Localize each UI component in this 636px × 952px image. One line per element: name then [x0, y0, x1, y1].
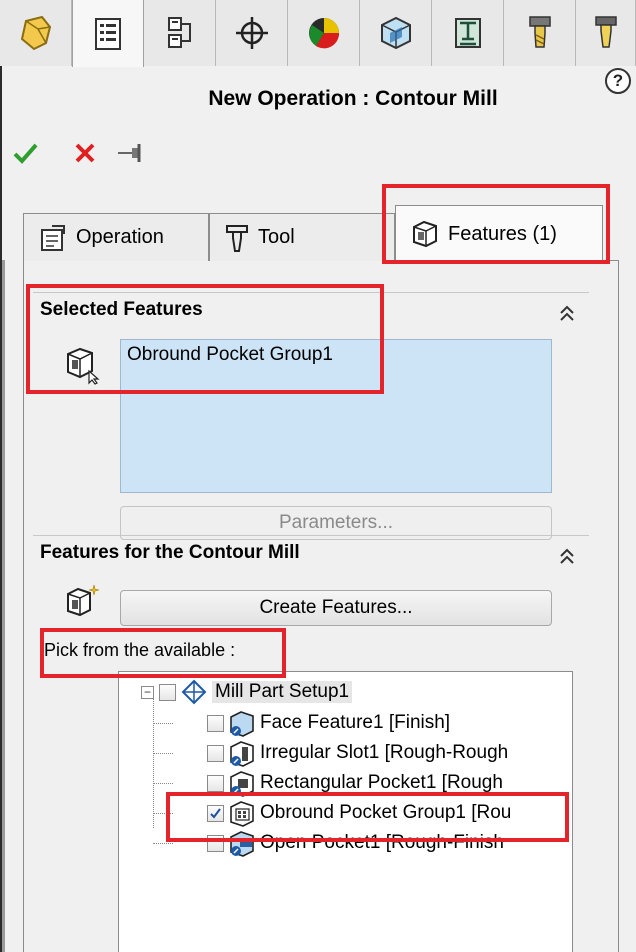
end-mill-icon — [594, 16, 617, 48]
feature-box-icon — [413, 220, 437, 248]
group-separator — [33, 292, 589, 293]
tab-color-wheel[interactable] — [288, 0, 360, 66]
tool-icon — [528, 16, 551, 48]
collapse-chevron-icon[interactable] — [555, 544, 579, 568]
tool-icon — [226, 224, 248, 252]
panel-left-edge — [2, 260, 5, 952]
operation-sheet-icon — [41, 224, 65, 251]
setup-axes-icon — [181, 679, 207, 705]
checkmark-icon — [210, 807, 221, 819]
page-title: New Operation : Contour Mill — [208, 87, 498, 110]
operation-subtabs: Operation Tool Features (1) — [23, 205, 619, 262]
tab-tool-2[interactable] — [576, 0, 636, 66]
tree-item[interactable]: Irregular Slot1 [Rough-Rough — [207, 738, 508, 768]
list-item[interactable]: Obround Pocket Group1 — [127, 344, 545, 366]
tree-item[interactable]: Open Pocket1 [Rough-Finish — [207, 828, 504, 858]
irregular-slot-icon — [230, 741, 254, 767]
tab-features-label: Features (1) — [448, 222, 557, 245]
tree-item[interactable]: Obround Pocket Group1 [Rou — [207, 798, 511, 828]
tab-tool-settings[interactable]: Tool — [209, 213, 395, 261]
tree-checkbox[interactable] — [159, 683, 176, 701]
tree-checkbox[interactable] — [207, 714, 224, 732]
pin-button[interactable] — [115, 135, 147, 171]
tree-item-label: Irregular Slot1 [Rough-Rough — [260, 742, 509, 763]
feature-tree-icon — [95, 17, 121, 50]
tree-checkbox[interactable] — [207, 834, 224, 852]
obround-pocket-group-icon — [230, 801, 254, 827]
tab-features[interactable]: Features (1) — [395, 205, 603, 262]
tree-item-label: Obround Pocket Group1 [Rou — [260, 802, 512, 823]
cancel-button[interactable] — [70, 135, 100, 171]
tree-item-label: Rectangular Pocket1 [Rough — [260, 772, 503, 793]
tree-root-label: Mill Part Setup1 — [212, 681, 353, 703]
part-manager-icon — [20, 15, 51, 51]
tab-machine[interactable] — [432, 0, 504, 66]
ok-button[interactable] — [10, 135, 40, 171]
select-feature-icon[interactable] — [62, 345, 102, 385]
face-feature-icon — [230, 711, 254, 737]
rectangular-pocket-icon — [230, 771, 254, 797]
stock-icon — [380, 16, 411, 50]
tab-operation[interactable]: Operation — [23, 213, 209, 261]
tab-feature-tree[interactable] — [72, 0, 144, 67]
machine-icon — [454, 18, 481, 48]
pick-label: Pick from the available : — [44, 640, 236, 660]
top-tab-strip — [0, 0, 636, 67]
tree-checkbox[interactable] — [207, 744, 224, 762]
tab-stock[interactable] — [360, 0, 432, 66]
tab-tool[interactable] — [504, 0, 576, 66]
open-pocket-icon — [230, 831, 254, 857]
tree-item-label: Face Feature1 [Finish] — [260, 712, 451, 733]
tab-operation-tree[interactable] — [144, 0, 216, 66]
group-separator — [33, 535, 589, 536]
selected-features-list[interactable]: Obround Pocket Group1 — [120, 339, 552, 493]
pin-icon — [118, 144, 141, 162]
tree-checkbox-checked[interactable] — [207, 804, 224, 822]
tree-checkbox[interactable] — [207, 774, 224, 792]
features-for-heading: Features for the Contour Mill — [40, 542, 300, 563]
tab-tool-label: Tool — [258, 226, 295, 248]
ok-check-icon — [13, 143, 38, 164]
tree-root[interactable]: − Mill Part Setup1 — [141, 677, 353, 707]
selected-features-heading: Selected Features — [40, 299, 203, 320]
coordinate-system-icon — [235, 17, 268, 49]
new-feature-icon[interactable] — [62, 582, 102, 622]
tab-operation-label: Operation — [76, 226, 164, 248]
cancel-x-icon — [75, 143, 95, 163]
tab-coordinate-system[interactable] — [216, 0, 288, 66]
create-features-button[interactable]: Create Features... — [120, 590, 552, 626]
features-tree[interactable]: − Mill Part Setup1 Face Feature1 [Finish… — [118, 671, 573, 952]
color-wheel-icon — [308, 18, 339, 49]
operation-tree-icon — [167, 17, 191, 48]
tree-item[interactable]: Face Feature1 [Finish] — [207, 708, 450, 738]
collapse-chevron-icon[interactable] — [555, 301, 579, 325]
tree-item[interactable]: Rectangular Pocket1 [Rough — [207, 768, 503, 798]
tab-part-manager[interactable] — [0, 0, 72, 66]
tree-item-label: Open Pocket1 [Rough-Finish — [260, 832, 504, 853]
collapse-toggle[interactable]: − — [141, 685, 154, 699]
